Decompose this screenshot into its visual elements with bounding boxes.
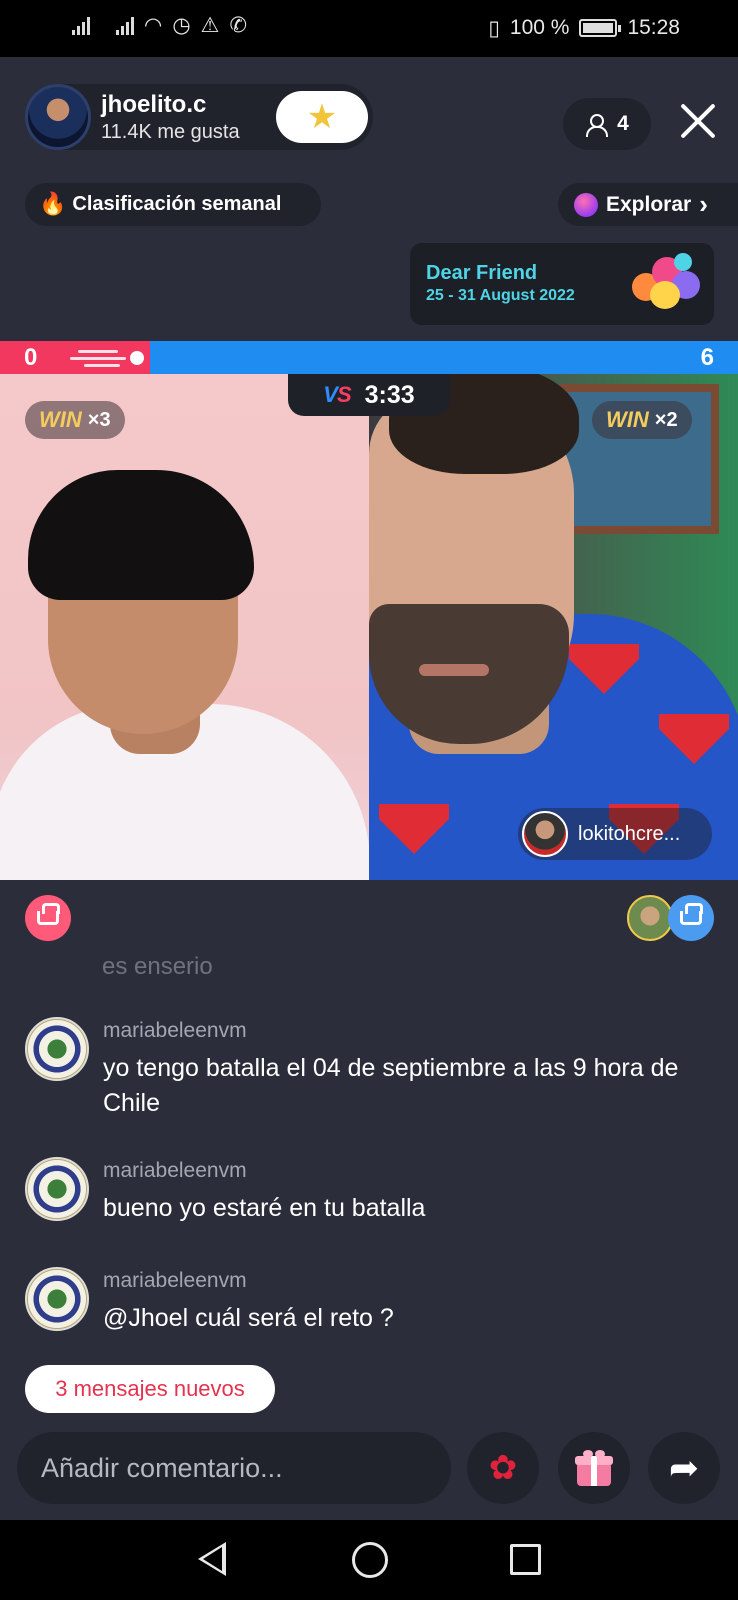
signal-icon-2 <box>116 15 134 35</box>
chat-text: yo tengo batalla el 04 de septiembre a l… <box>103 1054 679 1117</box>
system-nav-bar <box>0 1520 738 1600</box>
flower-bouquet-icon <box>628 251 702 319</box>
rose-icon: ✿ <box>488 1448 518 1488</box>
close-button[interactable] <box>678 101 718 141</box>
viewer-count[interactable]: 4 <box>563 98 651 150</box>
share-button[interactable]: ➦ <box>648 1432 720 1504</box>
chat-avatar[interactable] <box>25 1267 89 1331</box>
battery-icon <box>579 19 622 37</box>
viewer-count-value: 4 <box>617 112 629 135</box>
explore-label: Explorar <box>606 192 692 216</box>
weekly-ranking-label: Clasificación semanal <box>72 193 282 215</box>
planet-icon <box>574 192 598 217</box>
host-name: jhoelito.c <box>101 91 207 118</box>
right-score: 6 <box>700 344 714 371</box>
host-video[interactable] <box>0 374 369 880</box>
phone-icon: ✆ <box>229 13 248 37</box>
flame-icon: 🔥 <box>39 192 67 217</box>
guest-profile-tag[interactable]: lokitohcre... <box>518 808 712 860</box>
win-label: WIN <box>39 407 82 432</box>
guest-video[interactable] <box>369 374 738 880</box>
streak-icon <box>70 348 154 368</box>
battery-percent: 100 % <box>509 16 570 39</box>
host-likes: 11.4K me gusta <box>101 121 240 143</box>
right-win-streak: WIN ×2 <box>592 401 692 439</box>
rose-button[interactable]: ✿ <box>467 1432 539 1504</box>
status-icons-left: ◠ ◷ ⚠ ✆ <box>72 14 247 36</box>
new-messages-button[interactable]: 3 mensajes nuevos <box>25 1365 275 1413</box>
host-video-hair <box>28 470 254 600</box>
clock: 15:28 <box>627 16 680 39</box>
win-label: WIN <box>606 407 649 432</box>
wifi-icon: ◠ <box>144 13 163 37</box>
signal-icon <box>72 15 90 35</box>
host-seat-button[interactable] <box>25 895 71 941</box>
chat-message[interactable]: mariabeleenvm yo tengo batalla el 04 de … <box>25 1017 705 1127</box>
gift-icon <box>575 1450 613 1486</box>
home-icon[interactable] <box>352 1542 388 1578</box>
chat-message[interactable]: mariabeleenvm @Jhoel cuál será el reto ? <box>25 1267 705 1347</box>
weekly-ranking-button[interactable]: 🔥 Clasificación semanal <box>25 183 321 226</box>
guest-supporter-avatar[interactable] <box>627 895 673 941</box>
left-win-streak: WIN ×3 <box>25 401 125 439</box>
battle-video <box>0 374 738 880</box>
host-avatar[interactable] <box>25 84 91 150</box>
chat-username[interactable]: mariabeleenvm <box>103 1017 247 1045</box>
explore-button[interactable]: Explorar › <box>558 183 738 226</box>
chat-message[interactable]: mariabeleenvm bueno yo estaré en tu bata… <box>25 1157 705 1237</box>
chat-text: bueno yo estaré en tu batalla <box>103 1194 426 1222</box>
promo-banner[interactable]: Dear Friend 25 - 31 August 2022 <box>410 243 714 325</box>
vibrate-icon: ▯ <box>488 16 500 40</box>
share-icon: ➦ <box>668 1447 700 1489</box>
battle-timer: VS 3:33 <box>288 374 450 416</box>
chevron-right-icon: › <box>699 189 708 219</box>
user-icon <box>585 113 609 137</box>
follow-button[interactable]: ★ <box>276 91 368 143</box>
recent-apps-icon[interactable] <box>510 1544 541 1575</box>
right-win-count: ×2 <box>654 408 678 431</box>
chat-avatar[interactable] <box>25 1017 89 1081</box>
timer-value: 3:33 <box>364 380 415 409</box>
status-bar: ◠ ◷ ⚠ ✆ ▯ 100 % 15:28 <box>0 0 738 57</box>
live-battle-screen: ◠ ◷ ⚠ ✆ ▯ 100 % 15:28 jhoelito.c 11.4K m… <box>0 0 738 1600</box>
left-win-count: ×3 <box>87 408 111 431</box>
versus-icon: VS <box>323 382 351 407</box>
warning-icon: ⚠ <box>200 13 220 37</box>
battle-score-bar: 0 6 <box>0 341 738 374</box>
chat-text: @Jhoel cuál será el reto ? <box>103 1304 394 1332</box>
host-info: jhoelito.c 11.4K me gusta <box>101 90 240 144</box>
sofa-icon <box>680 903 703 925</box>
guest-video-mouth <box>419 664 489 676</box>
host-profile[interactable]: jhoelito.c 11.4K me gusta ★ <box>25 84 373 150</box>
star-icon: ★ <box>306 97 338 137</box>
chat-username[interactable]: mariabeleenvm <box>103 1157 247 1185</box>
chat-username[interactable]: mariabeleenvm <box>103 1267 247 1295</box>
guest-seat-button[interactable] <box>668 895 714 941</box>
guest-name: lokitohcre... <box>578 822 681 845</box>
alarm-icon: ◷ <box>172 13 191 37</box>
chat-avatar[interactable] <box>25 1157 89 1221</box>
left-score: 0 <box>24 344 38 371</box>
gift-button[interactable] <box>558 1432 630 1504</box>
back-icon[interactable] <box>198 1542 226 1576</box>
comment-input[interactable]: Añadir comentario... <box>17 1432 451 1504</box>
chat-faded-message: es enserio <box>102 953 213 980</box>
guest-avatar[interactable] <box>522 811 568 857</box>
sofa-icon <box>37 903 60 925</box>
status-icons-right: ▯ 100 % 15:28 <box>488 16 680 40</box>
